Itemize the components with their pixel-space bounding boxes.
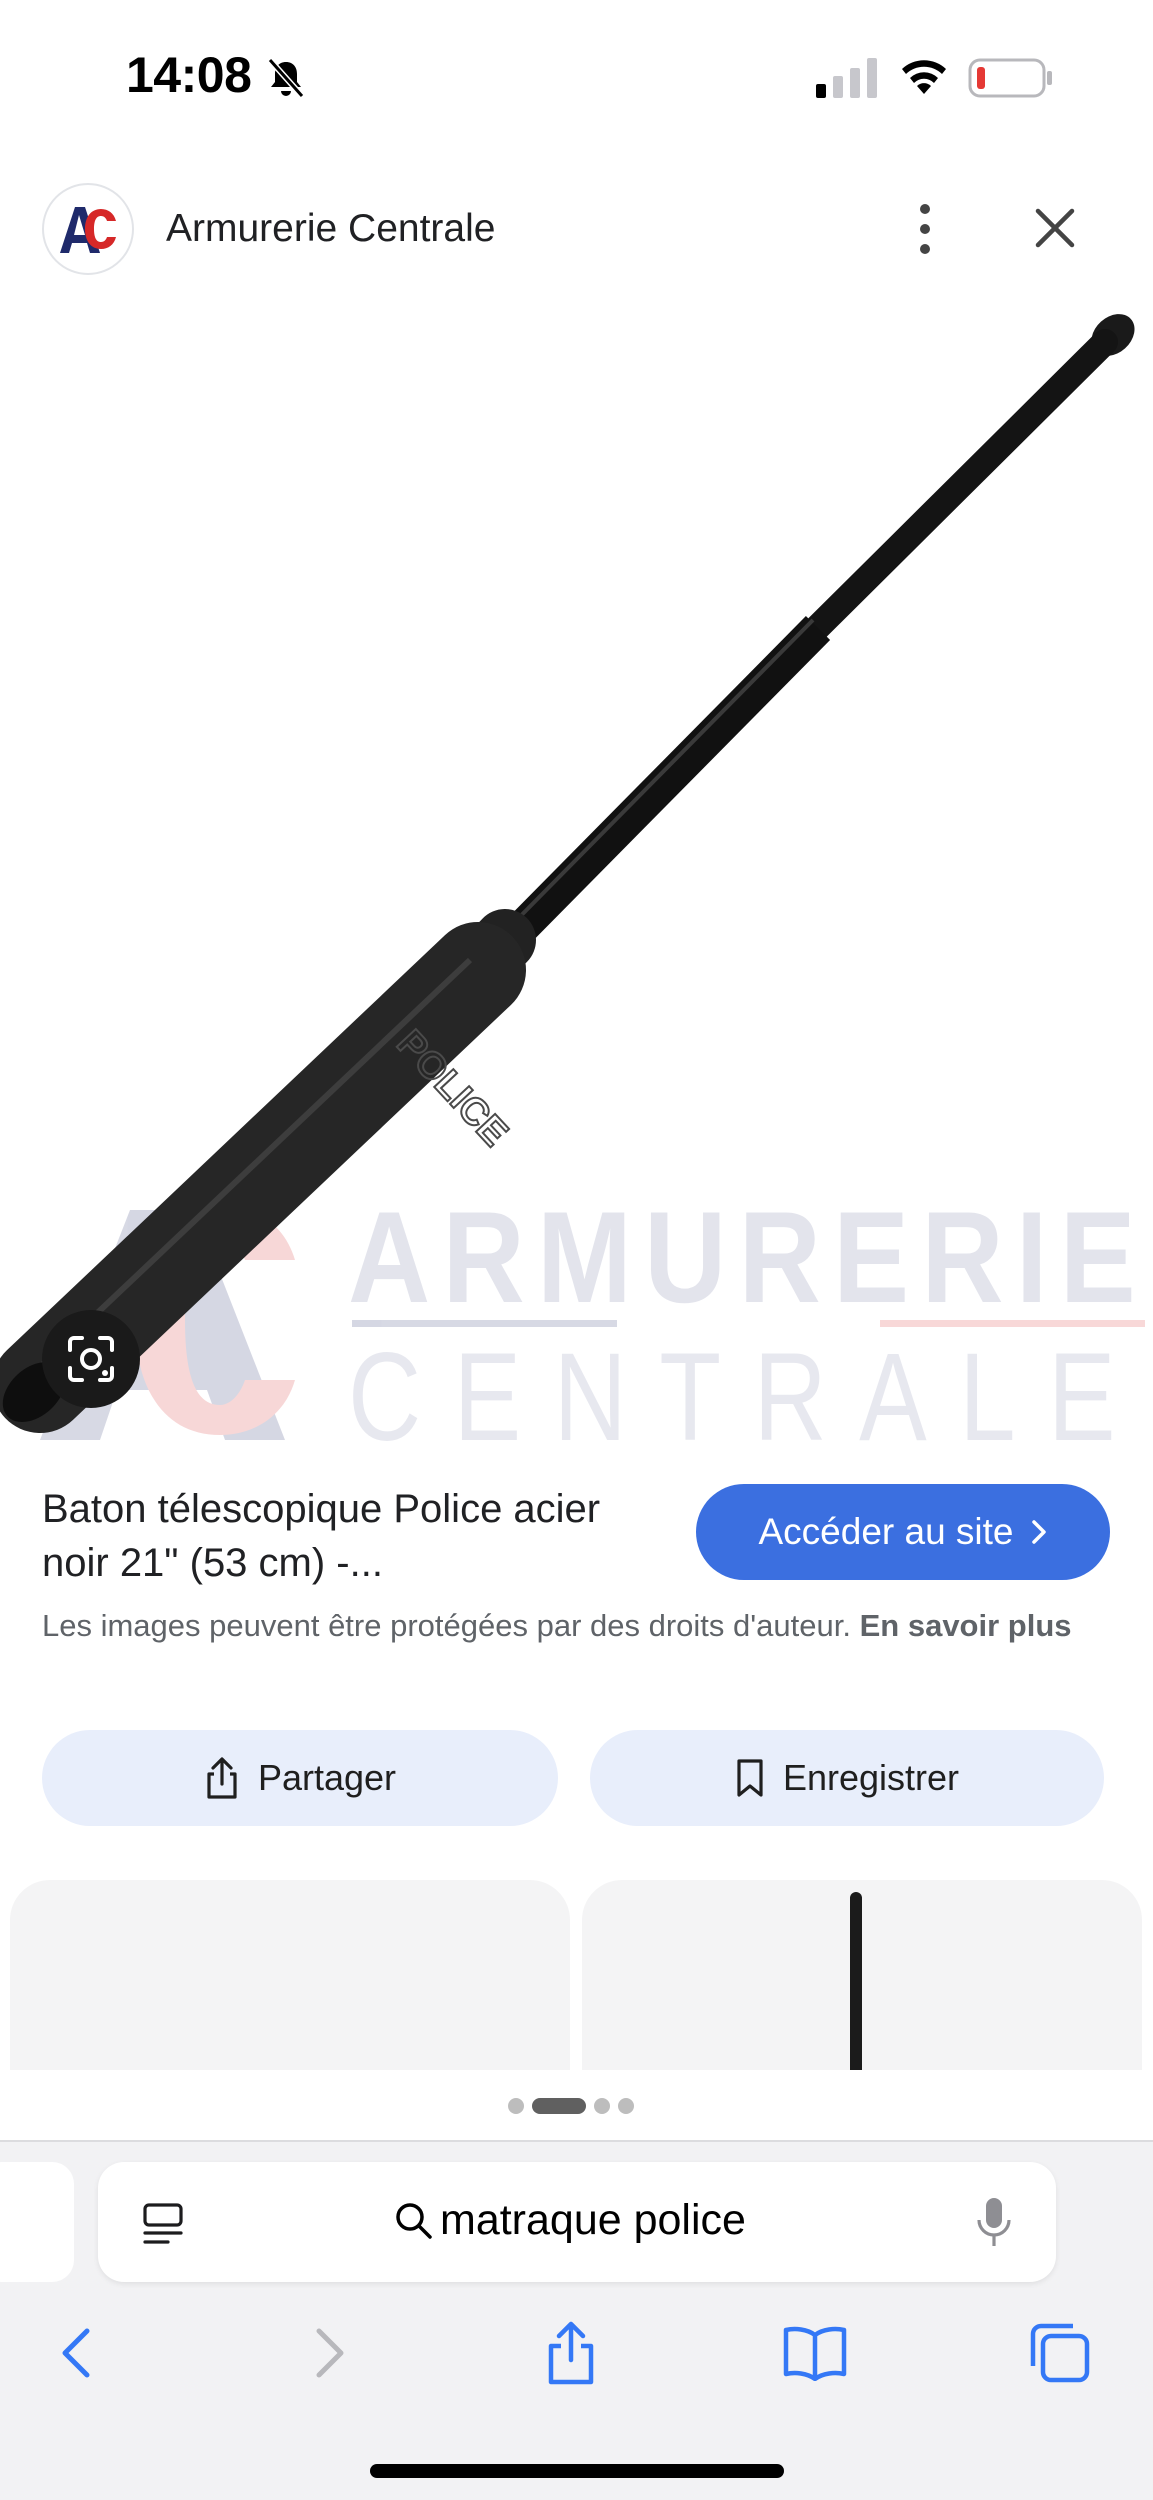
related-image-thumbnail[interactable] xyxy=(582,1880,1142,2070)
copyright-text: Les images peuvent être protégées par de… xyxy=(42,1608,851,1643)
signal-icon xyxy=(816,58,877,98)
chevron-right-icon xyxy=(1031,1520,1046,1544)
page-dot xyxy=(508,2098,524,2114)
wifi-icon xyxy=(902,60,946,94)
page-menu-icon[interactable] xyxy=(142,2202,184,2246)
page-dot xyxy=(618,2098,634,2114)
home-indicator[interactable] xyxy=(370,2464,784,2478)
save-label: Enregistrer xyxy=(782,1757,960,1798)
page-indicator xyxy=(508,2097,634,2115)
baton-thumbnail-image xyxy=(850,1892,862,2070)
back-button[interactable] xyxy=(42,2318,112,2388)
tabs-icon xyxy=(1030,2323,1090,2383)
forward-button[interactable] xyxy=(294,2318,364,2388)
previous-tab-preview[interactable] xyxy=(0,2162,74,2282)
learn-more-link[interactable]: En savoir plus xyxy=(860,1608,1072,1643)
bell-off-icon xyxy=(267,58,305,98)
lens-icon xyxy=(68,1336,114,1382)
search-icon xyxy=(396,2202,432,2239)
visit-site-label: Accéder au site xyxy=(758,1511,1014,1552)
status-time: 14:08 xyxy=(126,47,252,103)
lens-search-button[interactable] xyxy=(42,1310,140,1408)
product-title[interactable]: Baton télescopique Police acier noir 21"… xyxy=(42,1482,662,1590)
related-image-thumbnail[interactable] xyxy=(10,1880,570,2070)
status-bar: 14:08 xyxy=(0,0,1153,150)
site-logo xyxy=(42,183,134,275)
bookmarks-button[interactable] xyxy=(780,2318,850,2388)
battery-low-icon xyxy=(968,58,1052,98)
share-icon xyxy=(548,2321,594,2385)
share-page-button[interactable] xyxy=(536,2318,606,2388)
chevron-right-icon xyxy=(316,2328,344,2378)
more-options-icon[interactable] xyxy=(900,199,950,259)
share-label: Partager xyxy=(257,1757,397,1798)
page-dot-active xyxy=(532,2098,586,2114)
site-header: Armurerie Centrale xyxy=(0,175,1153,285)
watermark-line1: ARMURERIE xyxy=(348,1184,1148,1330)
watermark-line2: CENTRALE xyxy=(348,1328,1148,1445)
search-query[interactable]: matraque police xyxy=(394,2196,746,2245)
close-icon[interactable] xyxy=(1030,203,1080,253)
bookmark-icon xyxy=(737,1759,763,1797)
chevron-left-icon xyxy=(62,2328,90,2378)
tabs-button[interactable] xyxy=(1024,2318,1094,2388)
search-query-text: matraque police xyxy=(440,2196,746,2244)
address-bar[interactable]: matraque police xyxy=(98,2162,1056,2282)
copyright-notice: Les images peuvent être protégées par de… xyxy=(42,1604,1112,1647)
product-image[interactable]: ARMURERIE CENTRALE POLICE xyxy=(0,300,1153,1445)
save-button[interactable]: Enregistrer xyxy=(590,1730,1104,1826)
page-dot xyxy=(594,2098,610,2114)
visit-site-button[interactable]: Accéder au site xyxy=(696,1484,1110,1580)
site-name: Armurerie Centrale xyxy=(166,207,496,250)
microphone-icon[interactable] xyxy=(976,2196,1012,2250)
share-button[interactable]: Partager xyxy=(42,1730,558,1826)
share-icon xyxy=(207,1757,237,1799)
book-icon xyxy=(783,2326,847,2381)
